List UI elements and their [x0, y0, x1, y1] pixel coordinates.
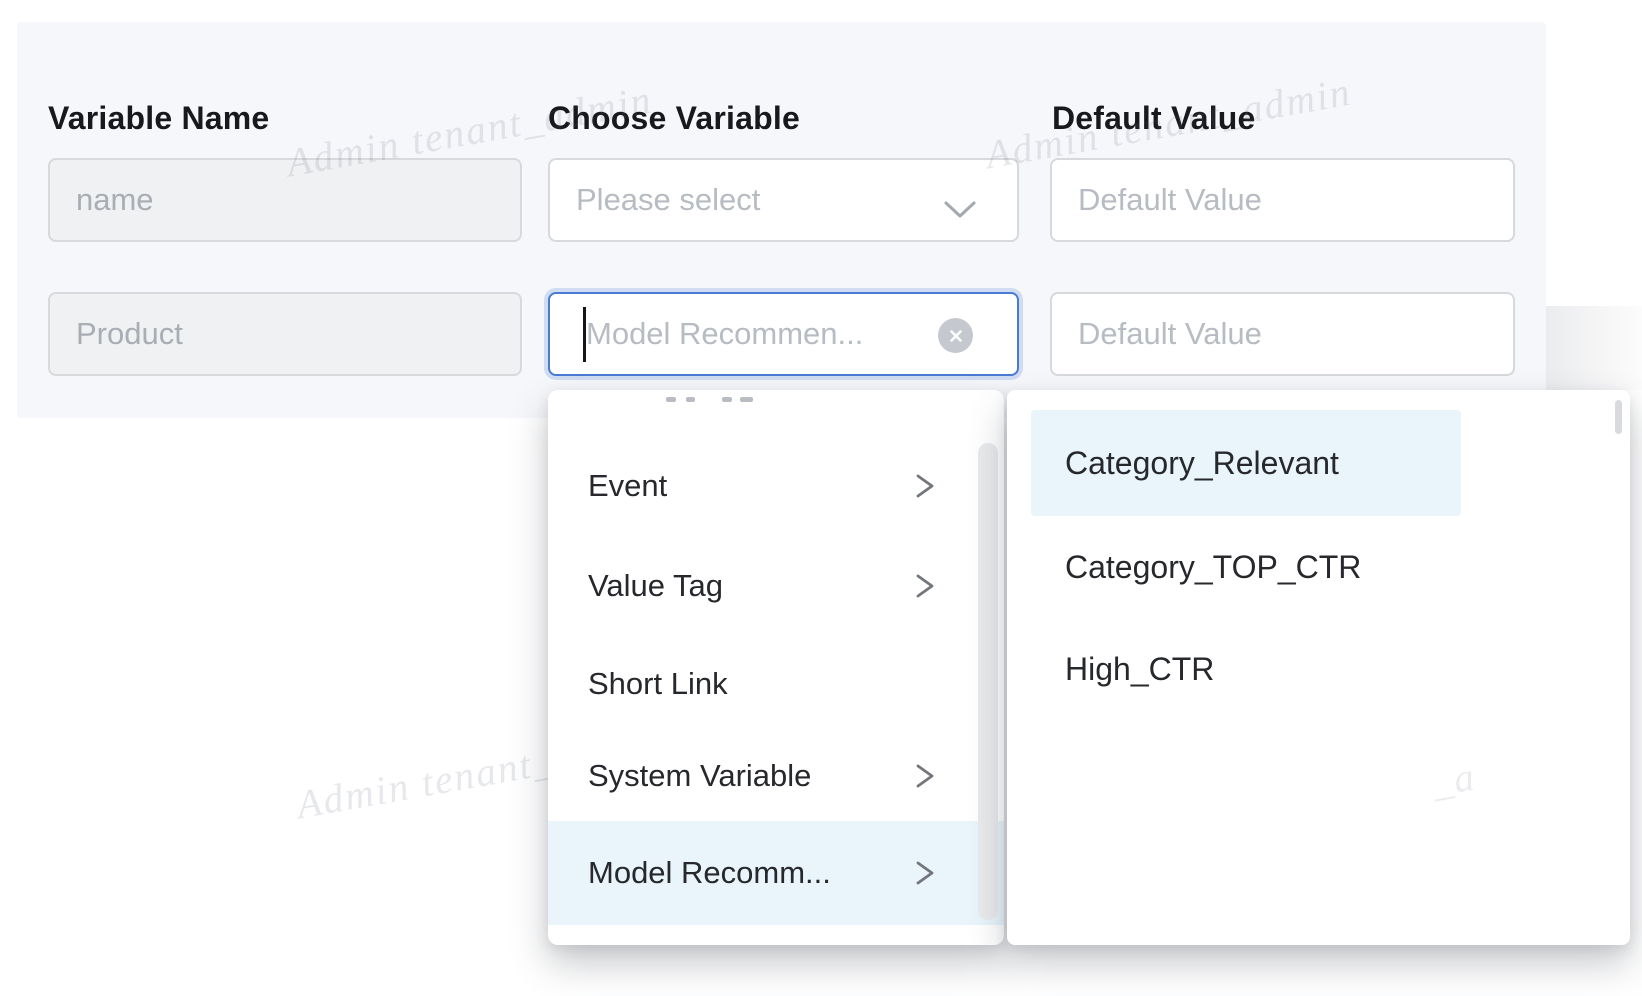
cascader-option[interactable]: Event	[548, 436, 1004, 536]
cascader-suboption-label: Category_Relevant	[1065, 445, 1339, 482]
cascader-option[interactable]: System Variable	[548, 731, 1004, 821]
cascader-option-list: Event Value Tag Short Link	[548, 390, 1004, 925]
variable-form-panel: Variable Name Choose Variable Default Va…	[17, 22, 1546, 418]
cascader-suboption[interactable]: Category_Relevant	[1031, 410, 1461, 516]
cascader-search-input[interactable]	[550, 296, 926, 372]
text-cursor	[583, 307, 586, 362]
variable-name-input-row1[interactable]	[48, 158, 522, 242]
scrollbar-thumb[interactable]	[978, 443, 998, 920]
default-value-input-row1[interactable]	[1050, 158, 1515, 242]
choose-variable-cascader-row2[interactable]	[548, 292, 1019, 376]
cascader-suboption[interactable]: High_CTR	[1031, 618, 1461, 720]
chevron-right-icon	[914, 472, 936, 500]
variable-name-label: Variable Name	[48, 100, 269, 137]
screen: Variable Name Choose Variable Default Va…	[0, 0, 1642, 996]
cascader-option[interactable]: Short Link	[548, 636, 1004, 731]
page-background-region	[1546, 306, 1642, 390]
clear-icon[interactable]	[938, 318, 973, 353]
clipped-item-fragment	[666, 397, 676, 402]
chevron-right-icon	[914, 762, 936, 790]
clipped-item-fragment	[722, 397, 732, 402]
cascader-option-label: Model Recomm...	[588, 855, 831, 891]
choose-variable-label: Choose Variable	[548, 100, 800, 137]
cascader-option-label: Short Link	[588, 666, 728, 702]
cascader-option-label: System Variable	[588, 758, 811, 794]
variable-name-input-row2[interactable]	[48, 292, 522, 376]
cascader-option-label: Value Tag	[588, 568, 723, 604]
cascader-menu-level2: Category_Relevant Category_TOP_CTR High_…	[1007, 390, 1630, 945]
clipped-item-fragment	[686, 397, 695, 402]
cascader-suboption-label: Category_TOP_CTR	[1065, 549, 1361, 586]
chevron-down-icon	[943, 192, 977, 228]
default-value-input-row2[interactable]	[1050, 292, 1515, 376]
cascader-option-label: Event	[588, 468, 667, 504]
choose-variable-select-row1[interactable]: Please select	[548, 158, 1019, 242]
default-value-label: Default Value	[1052, 100, 1256, 137]
cascader-option[interactable]: Value Tag	[548, 536, 1004, 636]
cascader-option[interactable]: Model Recomm...	[548, 821, 1004, 925]
cascader-suboption-list: Category_Relevant Category_TOP_CTR High_…	[1007, 390, 1630, 720]
cascader-menu-level1: Event Value Tag Short Link	[548, 390, 1004, 945]
chevron-right-icon	[914, 572, 936, 600]
cascader-suboption-label: High_CTR	[1065, 651, 1214, 688]
chevron-right-icon	[914, 859, 936, 887]
clipped-item-fragment	[740, 397, 753, 402]
cascader-suboption[interactable]: Category_TOP_CTR	[1031, 516, 1461, 618]
scrollbar-thumb[interactable]	[1615, 400, 1622, 434]
